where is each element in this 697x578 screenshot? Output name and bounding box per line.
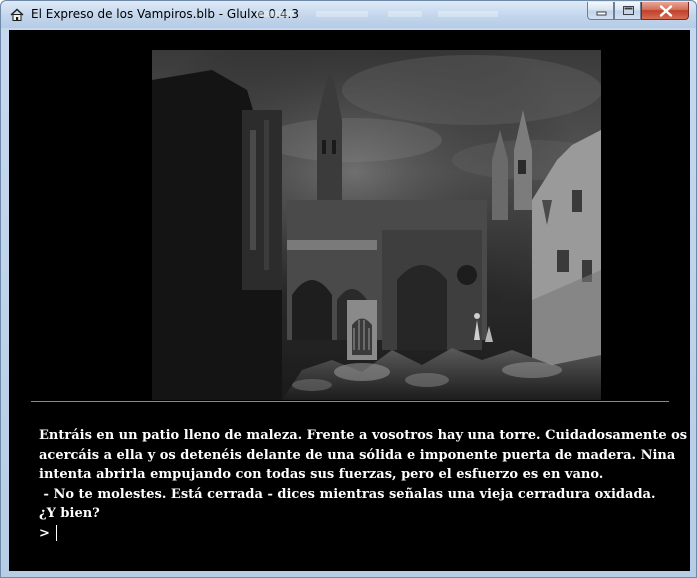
- story-line: Entráis en un patio lleno de maleza. Fre…: [39, 428, 688, 443]
- ruined-castle-illustration: [152, 50, 601, 400]
- close-icon: [659, 5, 673, 17]
- story-line: intenta abrirla empujando con todas sus …: [39, 467, 604, 482]
- maximize-button[interactable]: [614, 2, 641, 20]
- story-text: Entráis en un patio lleno de maleza. Fre…: [39, 426, 688, 544]
- story-line: acercáis a ella y os detenéis delante de…: [39, 447, 676, 463]
- minimize-icon: [596, 11, 607, 16]
- story-line: - No te molestes. Está cerrada - dices m…: [39, 486, 656, 502]
- home-icon: [10, 7, 24, 21]
- game-window[interactable]: Entráis en un patio lleno de maleza. Fre…: [9, 30, 690, 571]
- maximize-icon: [623, 6, 634, 15]
- app-window: El Expreso de los Vampiros.blb - Glulxe …: [0, 0, 697, 578]
- status-divider: [31, 401, 669, 402]
- story-line: ¿Y bien?: [39, 506, 100, 521]
- minimize-button[interactable]: [587, 2, 614, 20]
- title-bar[interactable]: El Expreso de los Vampiros.blb - Glulxe …: [1, 1, 696, 28]
- close-button[interactable]: [641, 2, 689, 20]
- command-input[interactable]: >: [39, 524, 674, 544]
- ghost-menu-text: [256, 8, 576, 23]
- text-cursor: [55, 525, 57, 542]
- command-prompt: >: [39, 525, 50, 541]
